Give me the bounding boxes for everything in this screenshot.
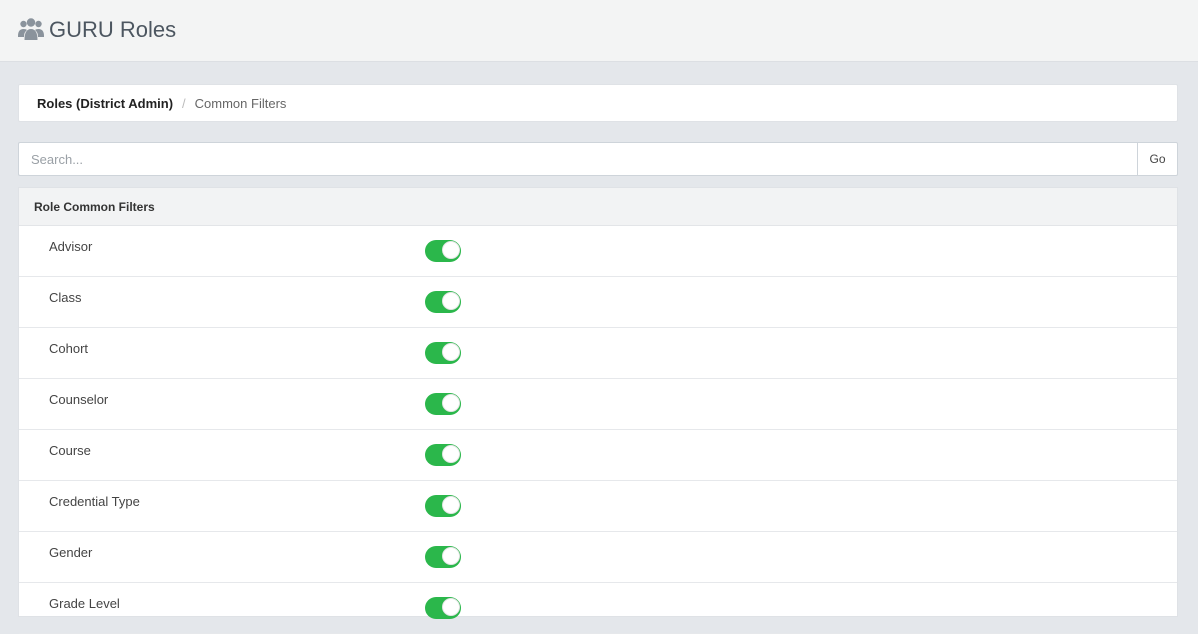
filter-toggle[interactable] xyxy=(425,393,461,415)
filter-row-class: Class xyxy=(19,277,1177,328)
toggle-knob xyxy=(442,343,460,361)
breadcrumb-item-roles[interactable]: Roles (District Admin) xyxy=(37,96,173,111)
toggle-knob xyxy=(442,241,460,259)
filter-row-advisor: Advisor xyxy=(19,226,1177,277)
filter-row-credential-type: Credential Type xyxy=(19,481,1177,532)
filter-toggle[interactable] xyxy=(425,342,461,364)
filter-toggle[interactable] xyxy=(425,240,461,262)
go-button[interactable]: Go xyxy=(1137,142,1178,176)
search-input[interactable] xyxy=(18,142,1137,176)
panel-title: Role Common Filters xyxy=(19,188,1177,226)
app-title: GURU Roles xyxy=(49,17,177,42)
toggle-knob xyxy=(442,394,460,412)
breadcrumb-separator: / xyxy=(182,95,186,111)
filter-row-gender: Gender xyxy=(19,532,1177,583)
search-bar: Go xyxy=(18,142,1178,176)
filter-row-cohort: Cohort xyxy=(19,328,1177,379)
filter-label: Grade Level xyxy=(49,596,120,611)
filter-row-course: Course xyxy=(19,430,1177,481)
filter-label: Class xyxy=(49,290,82,305)
toggle-knob xyxy=(442,445,460,463)
filter-label: Counselor xyxy=(49,392,109,407)
filter-label: Gender xyxy=(49,545,93,560)
toggle-knob xyxy=(442,496,460,514)
filter-toggle[interactable] xyxy=(425,546,461,568)
role-common-filters-panel: Role Common Filters Advisor Class Cohort… xyxy=(18,187,1178,634)
filter-toggle[interactable] xyxy=(425,444,461,466)
toggle-knob xyxy=(442,547,460,565)
filter-label: Credential Type xyxy=(49,494,140,509)
filter-row-grade-level: Grade Level xyxy=(19,583,1177,634)
filter-label: Advisor xyxy=(49,239,93,254)
filter-toggle[interactable] xyxy=(425,291,461,313)
toggle-knob xyxy=(442,292,460,310)
filter-label: Course xyxy=(49,443,91,458)
top-header: GURU Roles xyxy=(0,0,1198,62)
filter-toggle[interactable] xyxy=(425,495,461,517)
breadcrumb-item-current: Common Filters xyxy=(194,95,287,111)
filter-toggle[interactable] xyxy=(425,597,461,619)
filter-label: Cohort xyxy=(49,341,89,356)
breadcrumb: Roles (District Admin) / Common Filters xyxy=(18,84,1178,122)
filter-row-counselor: Counselor xyxy=(19,379,1177,430)
users-icon xyxy=(18,18,44,40)
